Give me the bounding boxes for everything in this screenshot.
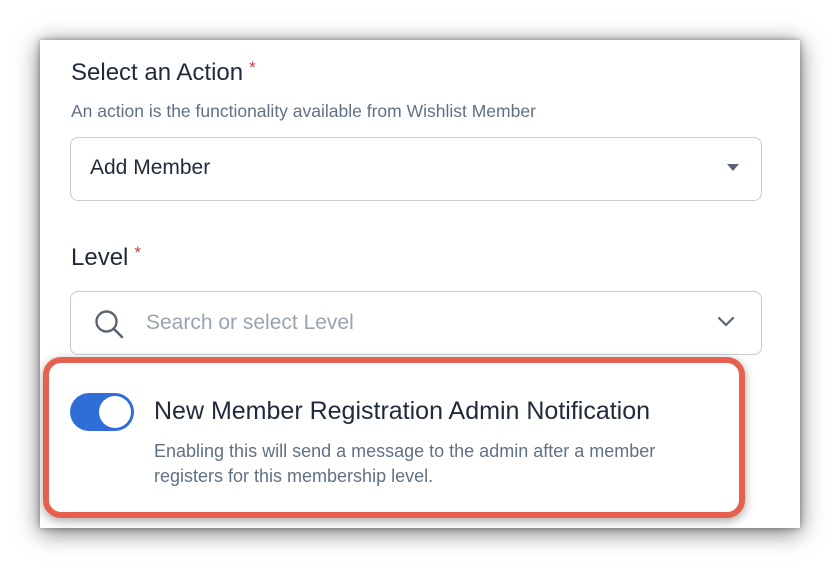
toggle-knob [99, 396, 131, 428]
caret-down-icon [727, 164, 739, 171]
level-select-placeholder: Search or select Level [146, 311, 354, 334]
level-select[interactable]: Search or select Level [70, 291, 762, 355]
notification-description: Enabling this will send a message to the… [154, 441, 656, 486]
level-label: Level * [71, 243, 141, 272]
action-label-text: Select an Action [71, 59, 244, 86]
required-marker: * [134, 243, 141, 262]
notification-highlight-box [43, 357, 745, 518]
chevron-down-icon [717, 316, 735, 327]
action-settings-card: Select an Action * An action is the funct… [40, 40, 800, 528]
action-help-text: An action is the functionality available… [71, 101, 536, 121]
action-select[interactable]: Add Member [70, 137, 762, 201]
notification-title: New Member Registration Admin Notificati… [154, 397, 651, 425]
notification-toggle[interactable] [70, 393, 134, 431]
required-marker: * [249, 58, 256, 77]
action-select-value: Add Member [90, 156, 211, 179]
level-label-text: Level [71, 244, 129, 271]
search-icon [95, 310, 124, 339]
action-label: Select an Action * [71, 58, 256, 87]
